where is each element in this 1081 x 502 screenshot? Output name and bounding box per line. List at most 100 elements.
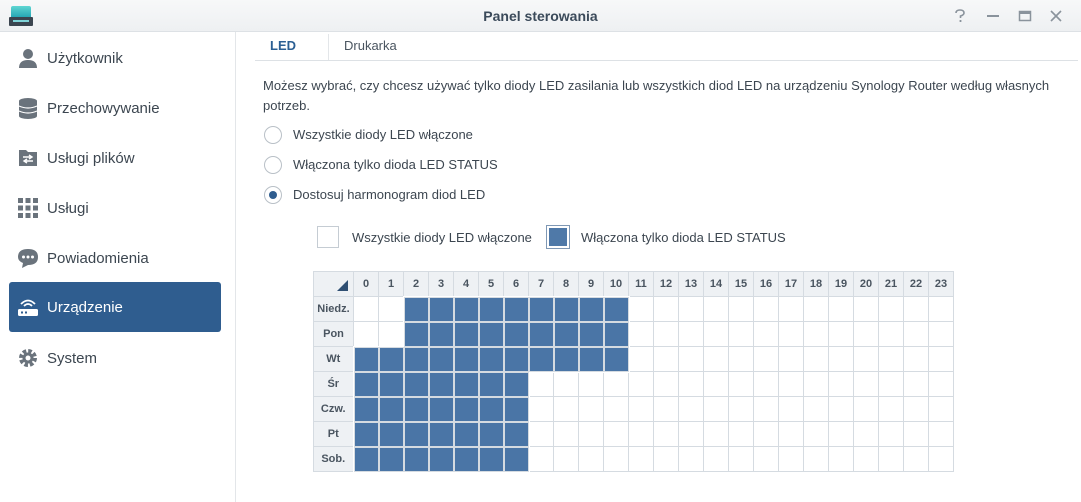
schedule-cell-all-on[interactable]: [653, 346, 679, 372]
schedule-cell-all-on[interactable]: [678, 396, 704, 422]
hour-header[interactable]: 9: [578, 271, 604, 297]
schedule-cell-all-on[interactable]: [653, 321, 679, 347]
schedule-cell-status-only[interactable]: [452, 320, 480, 348]
schedule-cell-all-on[interactable]: [703, 421, 729, 447]
hour-header[interactable]: 18: [803, 271, 829, 297]
day-header[interactable]: Sob.: [313, 446, 354, 472]
schedule-cell-status-only[interactable]: [602, 345, 630, 373]
schedule-cell-all-on[interactable]: [353, 321, 379, 347]
schedule-cell-all-on[interactable]: [678, 446, 704, 472]
schedule-cell-all-on[interactable]: [803, 321, 829, 347]
schedule-cell-all-on[interactable]: [803, 296, 829, 322]
schedule-cell-all-on[interactable]: [903, 371, 929, 397]
schedule-cell-all-on[interactable]: [728, 396, 754, 422]
schedule-cell-status-only[interactable]: [477, 445, 505, 473]
schedule-cell-all-on[interactable]: [828, 371, 854, 397]
day-header[interactable]: Pon: [313, 321, 354, 347]
schedule-cell-all-on[interactable]: [803, 371, 829, 397]
schedule-cell-status-only[interactable]: [502, 445, 530, 473]
schedule-cell-all-on[interactable]: [603, 396, 629, 422]
schedule-cell-all-on[interactable]: [653, 296, 679, 322]
schedule-cell-status-only[interactable]: [377, 370, 405, 398]
schedule-cell-all-on[interactable]: [853, 421, 879, 447]
schedule-cell-status-only[interactable]: [577, 295, 605, 323]
schedule-cell-all-on[interactable]: [903, 296, 929, 322]
schedule-cell-all-on[interactable]: [603, 421, 629, 447]
hour-header[interactable]: 5: [478, 271, 504, 297]
schedule-cell-all-on[interactable]: [728, 321, 754, 347]
sidebar-item-user[interactable]: Użytkownik: [9, 33, 221, 83]
hour-header[interactable]: 14: [703, 271, 729, 297]
schedule-cell-all-on[interactable]: [753, 421, 779, 447]
schedule-cell-status-only[interactable]: [477, 295, 505, 323]
schedule-cell-all-on[interactable]: [828, 396, 854, 422]
schedule-cell-all-on[interactable]: [678, 346, 704, 372]
schedule-cell-status-only[interactable]: [502, 370, 530, 398]
schedule-cell-all-on[interactable]: [853, 371, 879, 397]
schedule-cell-status-only[interactable]: [402, 345, 430, 373]
schedule-cell-all-on[interactable]: [578, 396, 604, 422]
radio-all-leds-on[interactable]: [264, 126, 282, 144]
hour-header[interactable]: 19: [828, 271, 854, 297]
hour-header[interactable]: 21: [878, 271, 904, 297]
schedule-cell-status-only[interactable]: [402, 320, 430, 348]
schedule-cell-status-only[interactable]: [502, 295, 530, 323]
schedule-cell-status-only[interactable]: [377, 445, 405, 473]
schedule-cell-all-on[interactable]: [578, 446, 604, 472]
schedule-cell-all-on[interactable]: [778, 396, 804, 422]
schedule-cell-all-on[interactable]: [628, 396, 654, 422]
day-header[interactable]: Pt: [313, 421, 354, 447]
schedule-cell-status-only[interactable]: [427, 370, 455, 398]
schedule-cell-all-on[interactable]: [528, 396, 554, 422]
schedule-cell-all-on[interactable]: [878, 346, 904, 372]
schedule-cell-all-on[interactable]: [878, 321, 904, 347]
schedule-cell-all-on[interactable]: [528, 446, 554, 472]
schedule-cell-all-on[interactable]: [553, 371, 579, 397]
schedule-cell-all-on[interactable]: [928, 421, 954, 447]
schedule-cell-status-only[interactable]: [352, 345, 380, 373]
hour-header[interactable]: 23: [928, 271, 954, 297]
schedule-cell-all-on[interactable]: [678, 421, 704, 447]
schedule-cell-all-on[interactable]: [928, 346, 954, 372]
schedule-cell-all-on[interactable]: [678, 371, 704, 397]
schedule-cell-status-only[interactable]: [577, 345, 605, 373]
schedule-cell-all-on[interactable]: [653, 421, 679, 447]
schedule-cell-status-only[interactable]: [427, 345, 455, 373]
schedule-cell-all-on[interactable]: [653, 371, 679, 397]
hour-header[interactable]: 22: [903, 271, 929, 297]
schedule-cell-all-on[interactable]: [528, 371, 554, 397]
schedule-cell-all-on[interactable]: [578, 371, 604, 397]
schedule-cell-all-on[interactable]: [903, 346, 929, 372]
schedule-cell-status-only[interactable]: [452, 370, 480, 398]
schedule-cell-all-on[interactable]: [628, 346, 654, 372]
schedule-cell-all-on[interactable]: [828, 346, 854, 372]
schedule-cell-status-only[interactable]: [552, 320, 580, 348]
legend-swatch-status-only[interactable]: [546, 225, 570, 249]
schedule-cell-all-on[interactable]: [878, 421, 904, 447]
schedule-cell-all-on[interactable]: [803, 346, 829, 372]
schedule-cell-all-on[interactable]: [728, 371, 754, 397]
schedule-cell-all-on[interactable]: [603, 446, 629, 472]
schedule-cell-status-only[interactable]: [477, 395, 505, 423]
schedule-cell-all-on[interactable]: [628, 446, 654, 472]
hour-header[interactable]: 8: [553, 271, 579, 297]
schedule-cell-all-on[interactable]: [903, 321, 929, 347]
schedule-cell-all-on[interactable]: [753, 396, 779, 422]
schedule-cell-all-on[interactable]: [628, 321, 654, 347]
schedule-cell-all-on[interactable]: [703, 346, 729, 372]
schedule-cell-all-on[interactable]: [753, 346, 779, 372]
schedule-cell-all-on[interactable]: [728, 421, 754, 447]
day-header[interactable]: Wt: [313, 346, 354, 372]
schedule-cell-all-on[interactable]: [828, 321, 854, 347]
schedule-cell-all-on[interactable]: [703, 396, 729, 422]
schedule-cell-all-on[interactable]: [803, 446, 829, 472]
schedule-cell-status-only[interactable]: [427, 395, 455, 423]
hour-header[interactable]: 4: [453, 271, 479, 297]
schedule-cell-status-only[interactable]: [402, 420, 430, 448]
hour-header[interactable]: 2: [403, 271, 429, 297]
schedule-cell-status-only[interactable]: [377, 395, 405, 423]
schedule-cell-all-on[interactable]: [778, 371, 804, 397]
schedule-cell-all-on[interactable]: [653, 396, 679, 422]
hour-header[interactable]: 13: [678, 271, 704, 297]
schedule-cell-status-only[interactable]: [527, 320, 555, 348]
